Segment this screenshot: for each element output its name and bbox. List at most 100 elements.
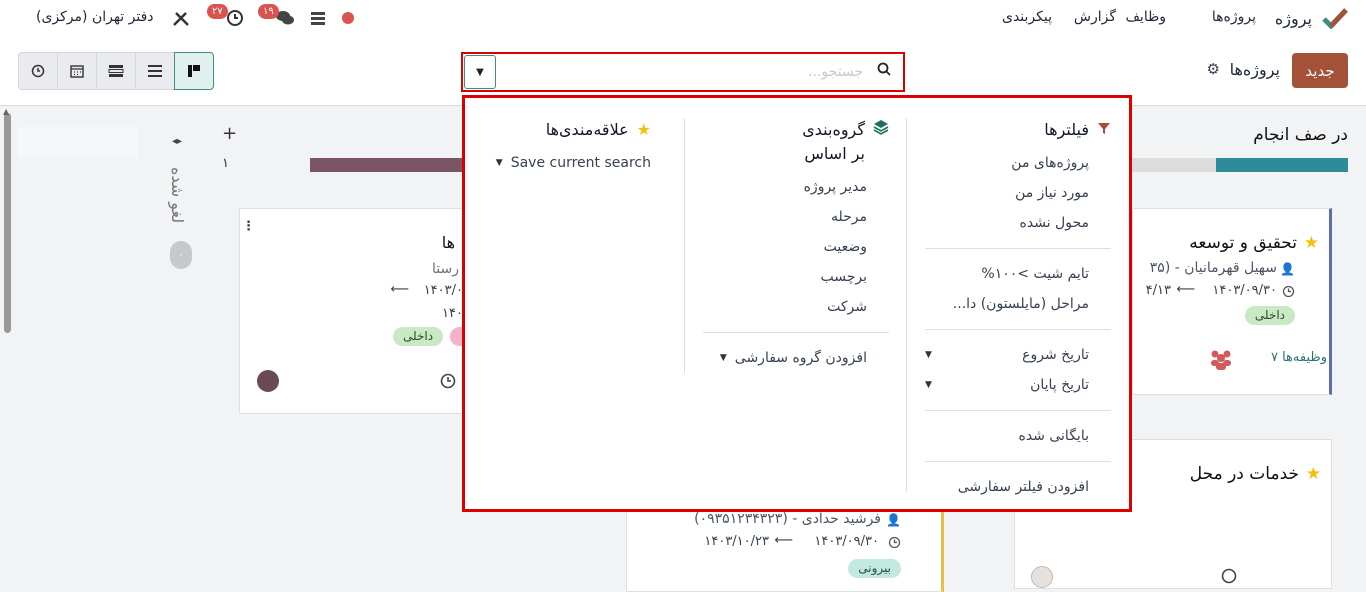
arrow-left-icon: ⟵ — [1176, 282, 1195, 297]
card-date-to: ۴/۱۳ — [1145, 283, 1171, 298]
card-tag: داخلی — [393, 327, 444, 346]
clock-icon[interactable] — [18, 52, 58, 90]
card-clock-icon — [888, 536, 901, 553]
groupby-company[interactable]: شرکت — [703, 292, 867, 322]
list-icon[interactable] — [135, 52, 175, 90]
column-progress-bar — [1128, 158, 1348, 172]
vertical-divider — [684, 118, 685, 373]
caret-down-icon: ▼ — [925, 380, 932, 390]
filter-my-projects[interactable]: پروژه‌های من — [925, 148, 1089, 178]
company-switcher[interactable]: دفتر تهران (مرکزی) — [36, 9, 154, 25]
card-title: ها — [441, 233, 455, 252]
messages-badge: ۱۹ — [258, 4, 279, 19]
project-card[interactable]: ⋮ ها رستا ۱۴۰۳/۰ ⟵ ۱۴۰ داخلی — [239, 208, 474, 414]
activity-clock-icon[interactable] — [226, 9, 244, 31]
divider — [703, 332, 889, 333]
filter-start-date[interactable]: تاریخ شروع ▼ — [925, 340, 1089, 370]
divider — [925, 461, 1111, 462]
divider — [925, 329, 1111, 330]
caret-down-icon: ▼ — [925, 350, 932, 360]
filters-title: فیلترها — [1044, 120, 1089, 139]
status-dot-icon[interactable] — [342, 12, 354, 24]
folded-column-count: ۰ — [170, 241, 192, 269]
column-title[interactable]: در صف انجام — [1253, 125, 1348, 145]
card-tag: بیرونی — [848, 559, 901, 578]
add-card-icon[interactable]: + — [222, 123, 237, 144]
scrollbar[interactable] — [4, 113, 11, 333]
groupby-header: گروه‌بندی بر اساس — [703, 118, 889, 166]
card-subtitle: رستا — [432, 261, 459, 277]
card-tag: داخلی — [1244, 306, 1295, 325]
groupby-stage[interactable]: مرحله — [703, 202, 867, 232]
divider — [925, 410, 1111, 411]
column-progress-bar — [310, 158, 470, 172]
user-icon: 👤 — [886, 513, 901, 527]
menu-tasks[interactable]: وظایف — [1125, 9, 1166, 25]
gear-icon[interactable]: ⚙ — [1207, 60, 1220, 78]
filter-end-date[interactable]: تاریخ پایان ▼ — [925, 370, 1089, 400]
app-title[interactable]: پروژه — [1275, 9, 1312, 28]
card-date: ۱۴۰۳/۰ — [423, 283, 463, 298]
card-tasks[interactable]: ۷ وظیفه‌ها — [1271, 350, 1327, 365]
filter-milestones[interactable]: مراحل (مایلستون) دا... — [925, 289, 1089, 319]
menu-configuration[interactable]: پیکربندی — [1002, 9, 1052, 25]
favorites-section: ★ علاقه‌مندی‌ها ▼ Save current search — [481, 118, 651, 178]
card-date-from: ۱۴۰۳/۰۹/۳۰ — [814, 534, 879, 549]
search-dropdown-toggle[interactable]: ▼ — [464, 55, 496, 89]
activity-badge: ۲۷ — [207, 4, 228, 19]
server-icon[interactable] — [310, 10, 326, 30]
caret-down-icon: ▼ — [719, 353, 727, 363]
folded-column-title[interactable]: لغو شده — [168, 167, 187, 223]
groupby-status[interactable]: وضعیت — [703, 232, 867, 262]
card-clock-icon — [1282, 285, 1295, 302]
card-menu-icon[interactable]: ⋮ — [242, 219, 255, 234]
view-switcher — [18, 52, 214, 90]
search-icon — [877, 62, 891, 80]
card-date-to: ۱۴۰۳/۱۰/۲۳ — [704, 534, 769, 549]
menu-projects[interactable]: پروژه‌ها — [1212, 9, 1256, 25]
card-title: خدمات در محل — [1189, 464, 1299, 484]
add-custom-group[interactable]: افزودن گروه سفارشی ▼ — [703, 343, 867, 373]
vertical-divider — [906, 118, 907, 492]
filters-header: فیلترها — [925, 118, 1111, 142]
filter-timesheet[interactable]: تایم شیت >۱۰۰% — [925, 259, 1089, 289]
expand-column-icon[interactable]: ◂▸ — [172, 136, 182, 147]
groupby-project-manager[interactable]: مدیر پروژه — [703, 172, 867, 202]
filter-unassigned[interactable]: محول نشده — [925, 208, 1089, 238]
filter-needs-me[interactable]: مورد نیاز من — [925, 178, 1089, 208]
groupby-section: گروه‌بندی بر اساس مدیر پروژه مرحله وضعیت… — [703, 118, 889, 373]
project-card[interactable]: ★ تحقیق و توسعه 👤 سهیل قهرمانیان - (۳۵ ۱… — [1132, 208, 1332, 395]
filter-archived[interactable]: بایگانی شده — [925, 421, 1090, 451]
add-custom-filter[interactable]: افزودن فیلتر سفارشی — [925, 472, 1089, 502]
breadcrumb: پروژه‌ها — [1229, 60, 1280, 79]
kanban-icon[interactable] — [174, 52, 214, 90]
card-clock-icon[interactable] — [440, 373, 456, 393]
tools-icon[interactable] — [172, 9, 190, 31]
star-icon: ★ — [636, 120, 651, 139]
save-current-search[interactable]: ▼ Save current search — [481, 148, 651, 178]
favorite-star-icon[interactable]: ★ — [1306, 464, 1321, 484]
caret-down-icon: ▼ — [495, 158, 503, 168]
app-logo-icon[interactable] — [1322, 7, 1348, 33]
filters-section: فیلترها پروژه‌های من مورد نیاز من محول ن… — [925, 118, 1111, 502]
scroll-up-arrow-icon[interactable]: ▲ — [3, 107, 9, 116]
caret-down-icon: ▼ — [476, 66, 484, 78]
column-count: ۱ — [222, 156, 229, 171]
divider — [925, 248, 1111, 249]
arrow-left-icon: ⟵ — [774, 533, 793, 548]
avatar[interactable] — [257, 370, 279, 392]
favorite-star-icon[interactable]: ★ — [1304, 233, 1319, 253]
filter-icon — [1097, 118, 1111, 142]
favorites-header: ★ علاقه‌مندی‌ها — [481, 118, 651, 142]
calendar-icon[interactable] — [57, 52, 97, 90]
menu-reporting[interactable]: گزارش — [1074, 9, 1116, 25]
avatar[interactable] — [1031, 566, 1053, 588]
search-input[interactable] — [503, 60, 863, 84]
card-manager: فرشید حدادی - (۰۹۳۵۱۲۳۴۳۲۳) — [694, 511, 881, 527]
card-clock-icon[interactable] — [1221, 568, 1237, 588]
column-placeholder — [18, 127, 138, 157]
new-button[interactable]: جدید — [1292, 53, 1348, 88]
favorites-title: علاقه‌مندی‌ها — [545, 120, 629, 139]
groupby-tag[interactable]: برچسب — [703, 262, 867, 292]
gantt-icon[interactable] — [96, 52, 136, 90]
